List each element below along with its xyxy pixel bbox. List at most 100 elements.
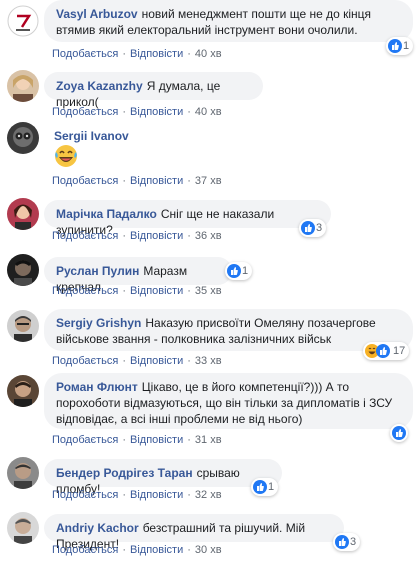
avatar[interactable] xyxy=(7,512,39,544)
like-icon xyxy=(335,535,349,549)
reaction-summary[interactable]: 1 xyxy=(225,262,253,280)
comment-time[interactable]: 33 хв xyxy=(195,355,222,367)
like-icon xyxy=(388,39,402,53)
separator: · xyxy=(122,285,126,297)
reaction-summary[interactable]: 17 xyxy=(363,342,410,360)
like-button[interactable]: Подобається xyxy=(52,434,118,446)
comment-actions: Подобається · Відповісти · 31 хв xyxy=(52,433,222,447)
separator: · xyxy=(187,48,191,60)
like-button[interactable]: Подобається xyxy=(52,544,118,556)
reaction-count: 3 xyxy=(350,536,357,548)
reply-button[interactable]: Відповісти xyxy=(130,355,183,367)
comment-actions: Подобається · Відповісти · 35 хв xyxy=(52,284,222,298)
separator: · xyxy=(187,175,191,187)
comment-bubble: Andriy Kachor безстрашний та рішучий. Мій… xyxy=(44,514,344,551)
separator: · xyxy=(122,106,126,118)
comment-time[interactable]: 30 хв xyxy=(195,544,222,556)
separator: · xyxy=(122,48,126,60)
comment-actions: Подобається · Відповісти · 40 хв xyxy=(52,105,222,119)
like-button[interactable]: Подобається xyxy=(52,175,118,187)
avatar[interactable] xyxy=(7,375,39,407)
comment-actions: Подобається · Відповісти · 36 хв xyxy=(52,229,222,243)
separator: · xyxy=(187,489,191,501)
comment-author[interactable]: Роман Флюнт xyxy=(56,380,138,394)
comment-actions: Подобається · Відповісти · 30 хв xyxy=(52,543,222,557)
comment-time[interactable]: 40 хв xyxy=(195,48,222,60)
like-button[interactable]: Подобається xyxy=(52,230,118,242)
reply-button[interactable]: Відповісти xyxy=(130,285,183,297)
reaction-count: 1 xyxy=(403,40,410,52)
reply-button[interactable]: Відповісти xyxy=(130,230,183,242)
comment-time[interactable]: 36 хв xyxy=(195,230,222,242)
separator: · xyxy=(122,175,126,187)
comment-bubble: Zoya Kazanzhy Я думала, це прикол( xyxy=(44,72,263,109)
like-icon xyxy=(227,264,241,278)
separator: · xyxy=(187,285,191,297)
reaction-summary[interactable]: 1 xyxy=(386,37,414,55)
comment-time[interactable]: 31 хв xyxy=(195,434,222,446)
like-icon xyxy=(392,426,406,440)
reply-button[interactable]: Відповісти xyxy=(130,175,183,187)
like-button[interactable]: Подобається xyxy=(52,355,118,367)
avatar[interactable] xyxy=(7,122,39,154)
reaction-summary[interactable]: 1 xyxy=(251,478,279,496)
reaction-summary[interactable]: 3 xyxy=(299,219,327,237)
like-button[interactable]: Подобається xyxy=(52,489,118,501)
like-button[interactable]: Подобається xyxy=(52,285,118,297)
comment-author[interactable]: Sergiy Grishyn xyxy=(56,316,141,330)
like-button[interactable]: Подобається xyxy=(52,106,118,118)
separator: · xyxy=(187,230,191,242)
separator: · xyxy=(122,489,126,501)
reply-button[interactable]: Відповісти xyxy=(130,489,183,501)
separator: · xyxy=(187,355,191,367)
comment-bubble: Vasyl Arbuzov новий менеджмент пошти ще н… xyxy=(44,0,413,42)
separator: · xyxy=(122,434,126,446)
reply-button[interactable]: Відповісти xyxy=(130,544,183,556)
comment-author[interactable]: Бендер Родрігез Таран xyxy=(56,466,193,480)
separator: · xyxy=(187,434,191,446)
comment-bubble: Sergiy Grishyn Наказую присвоїти Омеляну … xyxy=(44,309,413,351)
reaction-count: 1 xyxy=(242,265,249,277)
avatar[interactable] xyxy=(7,457,39,489)
reaction-count: 17 xyxy=(393,345,406,357)
avatar[interactable] xyxy=(7,70,39,102)
comment-author[interactable]: Марічка Падалко xyxy=(56,207,157,221)
comment-actions: Подобається · Відповісти · 40 хв xyxy=(52,47,222,61)
avatar[interactable] xyxy=(7,198,39,230)
comment-author[interactable]: Руслан Пулин xyxy=(56,264,139,278)
comment-bubble: Бендер Родрігез Таран срываю пломбу! xyxy=(44,459,282,496)
comment-actions: Подобається · Відповісти · 33 хв xyxy=(52,354,222,368)
avatar[interactable] xyxy=(7,254,39,286)
comment-bubble: Роман Флюнт Цікаво, це в його компетенції… xyxy=(44,373,413,429)
reaction-count: 1 xyxy=(268,481,275,493)
reply-button[interactable]: Відповісти xyxy=(130,48,183,60)
reaction-summary[interactable] xyxy=(390,424,408,442)
comment-actions: Подобається · Відповісти · 32 хв xyxy=(52,488,222,502)
comment-author[interactable]: Andriy Kachor xyxy=(56,521,139,535)
separator: · xyxy=(187,544,191,556)
comment-time[interactable]: 40 хв xyxy=(195,106,222,118)
comment-author[interactable]: Sergii Ivanov xyxy=(54,129,129,143)
comment-author[interactable]: Vasyl Arbuzov xyxy=(56,7,138,21)
like-icon xyxy=(376,344,390,358)
reply-button[interactable]: Відповісти xyxy=(130,106,183,118)
comment-bubble: Марічка Падалко Сніг ще не наказали зупин… xyxy=(44,200,331,237)
reaction-count: 3 xyxy=(316,222,323,234)
comment-author[interactable]: Zoya Kazanzhy xyxy=(56,79,143,93)
comment-time[interactable]: 37 хв xyxy=(195,175,222,187)
reaction-summary[interactable]: 3 xyxy=(333,533,361,551)
like-icon xyxy=(301,221,315,235)
comment-bubble: Руслан Пулин Маразм крепчал xyxy=(44,257,232,294)
separator: · xyxy=(122,230,126,242)
reply-button[interactable]: Відповісти xyxy=(130,434,183,446)
like-icon xyxy=(253,480,267,494)
comment-time[interactable]: 32 хв xyxy=(195,489,222,501)
separator: · xyxy=(122,544,126,556)
avatar[interactable] xyxy=(7,5,39,37)
comment-actions: Подобається · Відповісти · 37 хв xyxy=(52,174,222,188)
laughing-emoji-icon xyxy=(53,143,79,169)
comment-time[interactable]: 35 хв xyxy=(195,285,222,297)
like-button[interactable]: Подобається xyxy=(52,48,118,60)
separator: · xyxy=(122,355,126,367)
avatar[interactable] xyxy=(7,310,39,342)
